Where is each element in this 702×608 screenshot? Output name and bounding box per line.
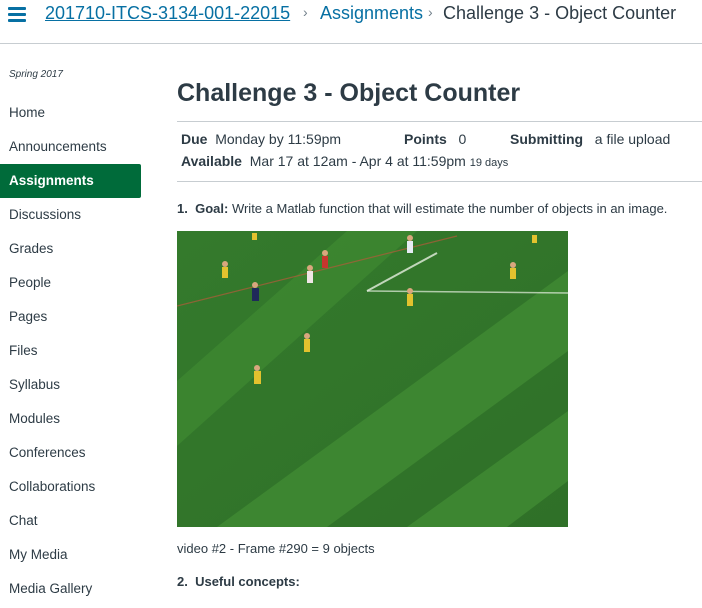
sidebar-item-files[interactable]: Files — [0, 334, 141, 368]
page-title: Challenge 3 - Object Counter — [177, 79, 521, 107]
sidebar-item-conferences[interactable]: Conferences — [0, 436, 141, 470]
image-caption: video #2 - Frame #290 = 9 objects — [177, 541, 375, 556]
breadcrumb-separator-icon: › — [428, 4, 433, 20]
breadcrumb-assignments-link[interactable]: Assignments — [320, 2, 423, 24]
goal-text: Write a Matlab function that will estima… — [231, 201, 668, 216]
available-value: Mar 17 at 12am - Apr 4 at 11:59pm — [249, 153, 466, 169]
sidebar-item-pages[interactable]: Pages — [0, 300, 141, 334]
due-value: Monday by 11:59pm — [215, 131, 342, 147]
sidebar-item-grades[interactable]: Grades — [0, 232, 141, 266]
breadcrumb-course-link[interactable]: 201710-ITCS-3134-001-22015 — [45, 2, 290, 24]
goal-paragraph: 1. Goal: Write a Matlab function that wi… — [177, 201, 667, 216]
due-row: Due Monday by 11:59pm — [181, 131, 341, 147]
points-row: Points 0 — [404, 131, 466, 147]
sidebar-item-collaborations[interactable]: Collaborations — [0, 470, 141, 504]
due-label: Due — [181, 131, 208, 147]
main-content: Challenge 3 - Object Counter Due Monday … — [177, 44, 702, 608]
sidebar-item-my-media[interactable]: My Media — [0, 538, 141, 572]
sidebar-item-media-gallery[interactable]: Media Gallery — [0, 572, 141, 606]
submitting-row: Submitting a file upload — [510, 131, 670, 147]
top-header: 201710-ITCS-3134-001-22015 › Assignments… — [0, 0, 702, 44]
term-label: Spring 2017 — [9, 69, 63, 80]
divider — [177, 121, 702, 122]
available-row: Available Mar 17 at 12am - Apr 4 at 11:5… — [181, 153, 508, 169]
course-sidebar: Spring 2017 Home Announcements Assignments… — [0, 44, 150, 608]
breadcrumb-current: Challenge 3 - Object Counter — [443, 3, 677, 23]
sidebar-item-announcements[interactable]: Announcements — [0, 130, 141, 164]
goal-label: Goal: — [195, 201, 229, 216]
concepts-number: 2. — [177, 574, 188, 589]
sidebar-item-home[interactable]: Home — [0, 96, 141, 130]
available-label: Available — [181, 153, 242, 169]
sidebar-item-discussions[interactable]: Discussions — [0, 198, 141, 232]
hamburger-menu-icon[interactable] — [8, 4, 26, 22]
points-value: 0 — [458, 131, 467, 147]
sidebar-item-assignments[interactable]: Assignments — [0, 164, 141, 198]
breadcrumb-separator-icon: › — [303, 4, 308, 20]
submitting-value: a file upload — [594, 131, 671, 147]
sidebar-item-people[interactable]: People — [0, 266, 141, 300]
sidebar-item-modules[interactable]: Modules — [0, 402, 141, 436]
goal-number: 1. — [177, 201, 188, 216]
concepts-label: Useful concepts: — [195, 574, 300, 589]
divider — [177, 181, 702, 182]
football-field-image — [177, 231, 568, 527]
sidebar-item-syllabus[interactable]: Syllabus — [0, 368, 141, 402]
submitting-label: Submitting — [510, 131, 584, 147]
concepts-heading: 2. Useful concepts: — [177, 574, 300, 589]
sidebar-item-chat[interactable]: Chat — [0, 504, 141, 538]
available-days: 19 days — [469, 157, 509, 169]
points-label: Points — [404, 131, 447, 147]
